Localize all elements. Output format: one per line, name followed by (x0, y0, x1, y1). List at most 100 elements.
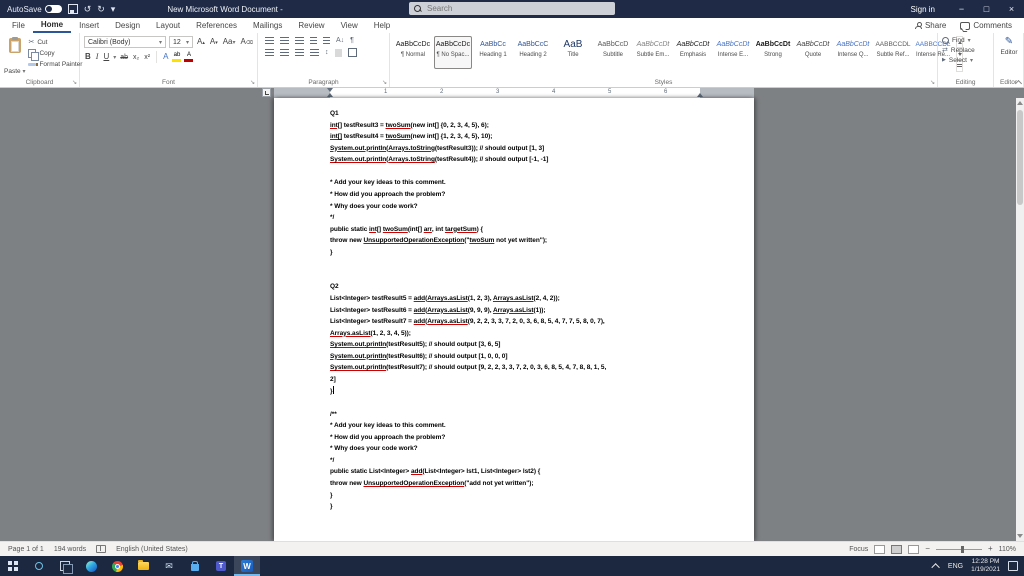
focus-button[interactable]: Focus (849, 546, 868, 553)
close-button[interactable]: × (999, 0, 1024, 18)
decrease-indent-button[interactable] (310, 37, 317, 44)
zoom-level[interactable]: 110% (999, 546, 1016, 553)
start-taskbar-button[interactable] (0, 556, 26, 576)
text-effects-button[interactable]: A (162, 53, 169, 61)
increase-indent-button[interactable] (323, 37, 330, 44)
teams-taskbar-button[interactable]: T (208, 556, 234, 576)
format-painter-button[interactable]: Format Painter (28, 61, 82, 68)
style-item-no-spac[interactable]: AaBbCcDc ¶ No Spac... (434, 36, 472, 69)
autosave-toggle[interactable]: AutoSave (7, 5, 62, 14)
search-taskbar-button[interactable] (26, 556, 52, 576)
right-indent-marker[interactable] (697, 93, 703, 97)
style-item-intense-q[interactable]: AaBbCcDt Intense Q... (834, 36, 872, 69)
comments-button[interactable]: Comments (960, 21, 1012, 30)
mail-taskbar-button[interactable]: ✉ (156, 556, 182, 576)
share-button[interactable]: Share (914, 21, 946, 30)
italic-button[interactable]: I (95, 53, 100, 61)
underline-dropdown-icon[interactable]: ▾ (113, 54, 116, 61)
shading-button[interactable] (334, 48, 342, 57)
justify-button[interactable] (310, 49, 319, 56)
sort-button[interactable]: A↓ (336, 37, 344, 44)
scroll-down-icon[interactable] (1017, 534, 1023, 538)
maximize-button[interactable]: □ (974, 0, 999, 18)
redo-icon[interactable]: ↻ (97, 4, 105, 14)
style-item-subtitle[interactable]: AaBbCcD Subtitle (594, 36, 632, 69)
tab-home[interactable]: Home (32, 18, 72, 33)
scroll-up-icon[interactable] (1017, 101, 1023, 105)
line-spacing-button[interactable]: ↕ (325, 49, 329, 56)
show-formatting-marks-button[interactable]: ¶ (350, 37, 354, 44)
tab-layout[interactable]: Layout (148, 18, 188, 33)
tab-insert[interactable]: Insert (71, 18, 107, 33)
paste-button[interactable]: Paste ▾ (4, 36, 25, 75)
paragraph-dialog-launcher-icon[interactable]: ↘ (382, 80, 387, 86)
font-family-select[interactable]: Calibri (Body) ▾ (84, 36, 166, 48)
collapse-ribbon-button[interactable] (1015, 79, 1021, 85)
editor-icon[interactable]: ✎ (1005, 37, 1013, 47)
zoom-slider[interactable] (935, 545, 982, 553)
numbering-button[interactable] (280, 37, 289, 44)
font-dialog-launcher-icon[interactable]: ↘ (250, 80, 255, 86)
style-item-subtle-em[interactable]: AaBbCcDt Subtle Em... (634, 36, 672, 69)
cut-button[interactable]: ✂ Cut (28, 39, 82, 46)
word-taskbar-button[interactable]: W (234, 556, 260, 576)
page-indicator[interactable]: Page 1 of 1 (8, 546, 44, 553)
tab-help[interactable]: Help (366, 18, 398, 33)
style-item-intense-e[interactable]: AaBbCcDt Intense E... (714, 36, 752, 69)
multilevel-list-button[interactable] (295, 37, 304, 44)
style-item-title[interactable]: AaB Title (554, 36, 592, 69)
minimize-button[interactable]: − (949, 0, 974, 18)
tab-file[interactable]: File (4, 18, 33, 33)
tab-review[interactable]: Review (290, 18, 332, 33)
replace-button[interactable]: ⇄ Replace (942, 47, 990, 54)
zoom-in-button[interactable]: + (988, 545, 993, 553)
edge-taskbar-button[interactable] (78, 556, 104, 576)
font-color-button[interactable]: A (184, 52, 194, 62)
clipboard-dialog-launcher-icon[interactable]: ↘ (72, 80, 77, 86)
superscript-button[interactable]: x² (143, 54, 151, 61)
borders-button[interactable] (347, 48, 357, 57)
align-right-button[interactable] (295, 49, 304, 56)
customize-qat-icon[interactable]: ▾ (111, 4, 116, 14)
chrome-taskbar-button[interactable] (104, 556, 130, 576)
style-item-emphasis[interactable]: AaBbCcDt Emphasis (674, 36, 712, 69)
horizontal-ruler[interactable]: 1 2 3 4 5 6 (274, 88, 754, 98)
document-content[interactable]: Q1 int[] testResult3 = twoSum(new int[] {… (274, 98, 754, 513)
action-center-icon[interactable] (1008, 561, 1018, 571)
vertical-scrollbar[interactable] (1016, 98, 1024, 541)
bold-button[interactable]: B (84, 53, 92, 61)
clock[interactable]: 12:28 PM 1/19/2021 (971, 558, 1000, 574)
file-explorer-taskbar-button[interactable] (130, 556, 156, 576)
style-item-quote[interactable]: AaBbCcDt Quote (794, 36, 832, 69)
hanging-indent-marker[interactable] (327, 93, 333, 97)
bullets-button[interactable] (265, 37, 274, 44)
align-center-button[interactable] (280, 49, 289, 56)
word-count[interactable]: 194 words (54, 546, 86, 553)
copy-button[interactable]: Copy (28, 49, 82, 61)
clear-formatting-button[interactable]: A ⌫ (240, 38, 254, 46)
search-box[interactable] (409, 2, 615, 15)
search-input[interactable] (425, 3, 610, 14)
style-item-subtle-ref[interactable]: AABBCCDL Subtle Ref... (874, 36, 912, 69)
style-item-heading-1[interactable]: AaBbCc Heading 1 (474, 36, 512, 69)
styles-dialog-launcher-icon[interactable]: ↘ (930, 80, 935, 86)
zoom-out-button[interactable]: − (925, 545, 930, 553)
style-item-strong[interactable]: AaBbCcDt Strong (754, 36, 792, 69)
task-view-taskbar-button[interactable] (52, 556, 78, 576)
autosave-toggle-icon[interactable] (44, 5, 62, 13)
find-button[interactable]: Find ▾ (942, 37, 990, 44)
language-button[interactable]: ENG (948, 563, 963, 570)
editor-button[interactable]: Editor (1001, 49, 1018, 56)
scrollbar-thumb[interactable] (1017, 110, 1023, 205)
tray-expand-icon[interactable] (931, 563, 940, 572)
sign-in-button[interactable]: Sign in (897, 5, 949, 14)
subscript-button[interactable]: x₂ (132, 54, 140, 61)
tab-references[interactable]: References (188, 18, 245, 33)
zoom-slider-thumb[interactable] (960, 545, 964, 553)
shrink-font-button[interactable]: A ▾ (209, 38, 219, 46)
strikethrough-button[interactable]: ab (119, 54, 129, 61)
underline-button[interactable]: U (102, 53, 110, 61)
tab-selector[interactable] (262, 88, 271, 97)
font-size-select[interactable]: 12 ▾ (169, 36, 193, 48)
language-indicator[interactable]: English (United States) (116, 546, 188, 553)
